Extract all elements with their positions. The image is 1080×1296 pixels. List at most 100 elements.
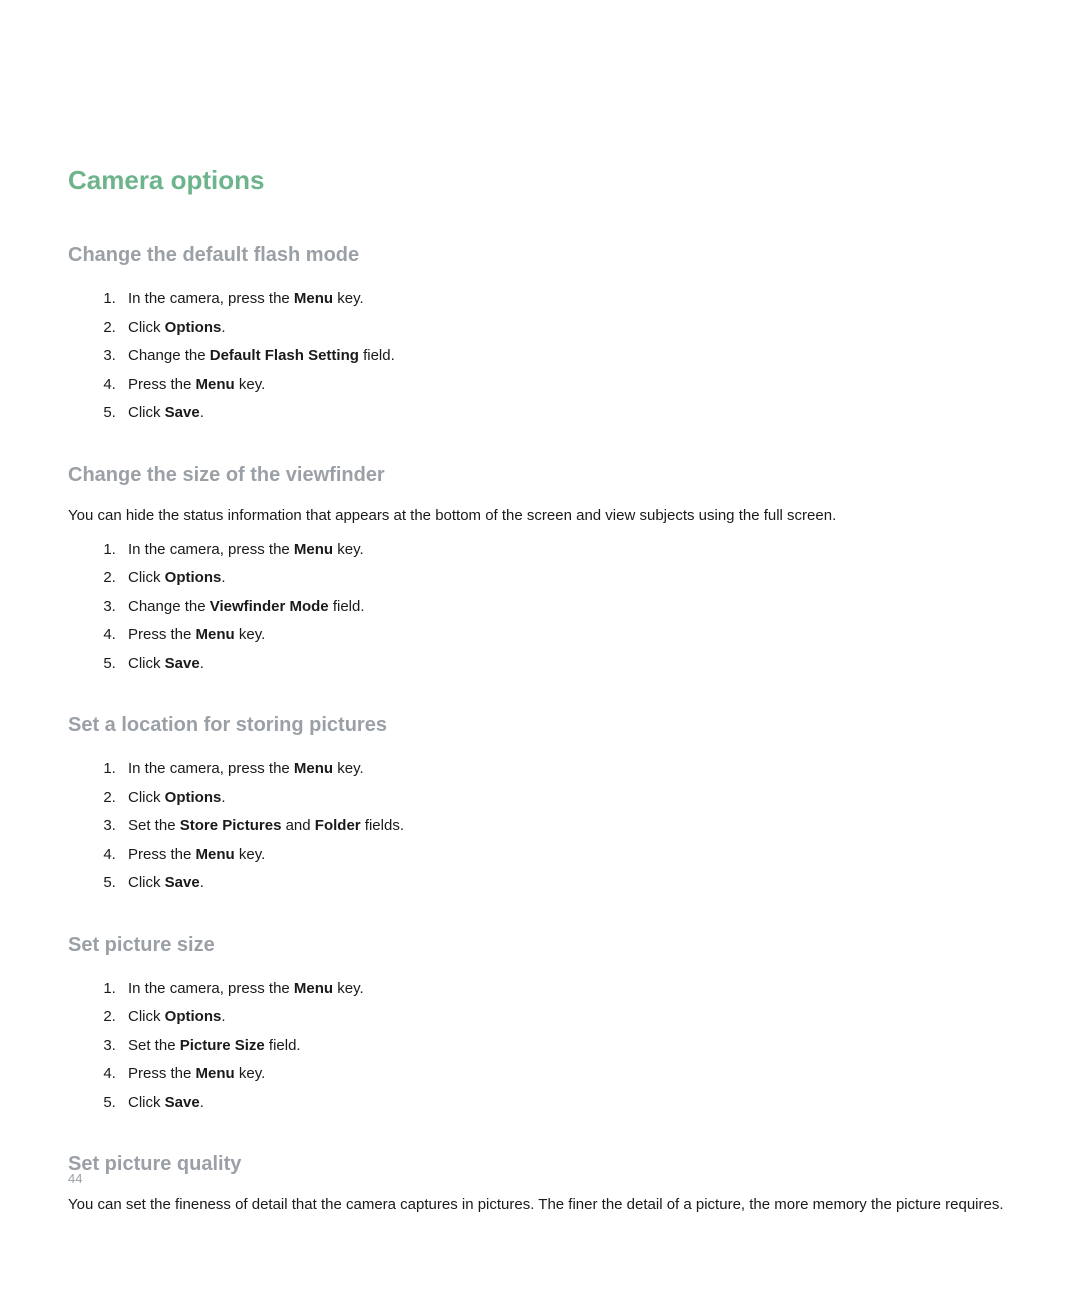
step-bold-text: Viewfinder Mode xyxy=(210,598,329,615)
step-text: . xyxy=(221,319,225,336)
sections-container: Change the default flash mode In the came… xyxy=(68,244,1012,1215)
step-text: Click xyxy=(128,1094,165,1111)
step-bold-text: Options xyxy=(165,319,222,336)
step-text: key. xyxy=(333,760,364,777)
step-text: key. xyxy=(235,376,266,393)
step-text: . xyxy=(200,874,204,891)
step-item: Set the Picture Size field. xyxy=(120,1032,1012,1061)
sub-heading: Set picture quality xyxy=(68,1153,1012,1176)
step-item: In the camera, press the Menu key. xyxy=(120,285,1012,314)
step-item: Press the Menu key. xyxy=(120,621,1012,650)
step-text: key. xyxy=(235,1065,266,1082)
step-list: In the camera, press the Menu key.Click … xyxy=(68,755,1012,898)
step-list: In the camera, press the Menu key.Click … xyxy=(68,285,1012,428)
step-text: Press the xyxy=(128,626,196,643)
step-item: Click Save. xyxy=(120,650,1012,679)
step-bold-text: Menu xyxy=(196,376,235,393)
step-bold-text: Save xyxy=(165,404,200,421)
step-bold-text: Options xyxy=(165,569,222,586)
sub-heading: Change the default flash mode xyxy=(68,244,1012,267)
page-number: 44 xyxy=(68,1171,82,1186)
step-bold-text: Menu xyxy=(294,980,333,997)
step-item: Change the Viewfinder Mode field. xyxy=(120,593,1012,622)
step-item: In the camera, press the Menu key. xyxy=(120,755,1012,784)
step-text: field. xyxy=(329,598,365,615)
sub-heading: Change the size of the viewfinder xyxy=(68,464,1012,487)
step-bold-text: Default Flash Setting xyxy=(210,347,359,364)
step-text: Change the xyxy=(128,598,210,615)
step-item: Click Options. xyxy=(120,314,1012,343)
step-text: Click xyxy=(128,319,165,336)
step-item: Click Options. xyxy=(120,564,1012,593)
step-text: . xyxy=(221,1008,225,1025)
step-text: . xyxy=(221,789,225,806)
step-text: key. xyxy=(235,846,266,863)
step-bold-text: Store Pictures xyxy=(180,817,282,834)
sub-heading: Set picture size xyxy=(68,934,1012,957)
step-text: Click xyxy=(128,655,165,672)
step-text: . xyxy=(221,569,225,586)
step-item: Click Options. xyxy=(120,784,1012,813)
step-bold-text: Save xyxy=(165,655,200,672)
step-item: Set the Store Pictures and Folder fields… xyxy=(120,812,1012,841)
step-bold-text: Menu xyxy=(294,760,333,777)
intro-text: You can set the fineness of detail that … xyxy=(68,1194,1012,1215)
step-bold-text: Menu xyxy=(196,1065,235,1082)
step-bold-text: Save xyxy=(165,1094,200,1111)
step-text: Change the xyxy=(128,347,210,364)
step-bold-text: Options xyxy=(165,1008,222,1025)
step-text: Set the xyxy=(128,1037,180,1054)
section: Set a location for storing pictures In th… xyxy=(68,714,1012,898)
step-text: key. xyxy=(333,290,364,307)
section: Set picture size In the camera, press the… xyxy=(68,934,1012,1118)
main-heading: Camera options xyxy=(68,165,1012,196)
step-text: Press the xyxy=(128,846,196,863)
step-text: In the camera, press the xyxy=(128,980,294,997)
step-item: In the camera, press the Menu key. xyxy=(120,975,1012,1004)
step-text: Click xyxy=(128,569,165,586)
step-item: Change the Default Flash Setting field. xyxy=(120,342,1012,371)
step-item: In the camera, press the Menu key. xyxy=(120,536,1012,565)
step-text: Press the xyxy=(128,1065,196,1082)
document-page: Camera options Change the default flash … xyxy=(0,0,1080,1215)
step-text: Press the xyxy=(128,376,196,393)
section: Change the size of the viewfinder You can… xyxy=(68,464,1012,679)
step-item: Click Options. xyxy=(120,1003,1012,1032)
step-text: Set the xyxy=(128,817,180,834)
step-text: Click xyxy=(128,789,165,806)
step-text: Click xyxy=(128,874,165,891)
step-text: Click xyxy=(128,1008,165,1025)
step-text: . xyxy=(200,404,204,421)
step-text: fields. xyxy=(361,817,404,834)
sub-heading: Set a location for storing pictures xyxy=(68,714,1012,737)
step-bold-text: Menu xyxy=(196,626,235,643)
step-list: In the camera, press the Menu key.Click … xyxy=(68,536,1012,679)
step-text: field. xyxy=(359,347,395,364)
step-item: Press the Menu key. xyxy=(120,371,1012,400)
step-item: Press the Menu key. xyxy=(120,1060,1012,1089)
step-text: . xyxy=(200,1094,204,1111)
step-text: key. xyxy=(235,626,266,643)
step-text: key. xyxy=(333,980,364,997)
step-text: . xyxy=(200,655,204,672)
step-text: In the camera, press the xyxy=(128,541,294,558)
step-item: Click Save. xyxy=(120,869,1012,898)
step-text: key. xyxy=(333,541,364,558)
step-text: field. xyxy=(265,1037,301,1054)
step-item: Click Save. xyxy=(120,1089,1012,1118)
step-bold-text: Menu xyxy=(196,846,235,863)
step-bold-text: Menu xyxy=(294,541,333,558)
step-bold-text: Folder xyxy=(315,817,361,834)
step-bold-text: Picture Size xyxy=(180,1037,265,1054)
intro-text: You can hide the status information that… xyxy=(68,505,1012,526)
step-text: In the camera, press the xyxy=(128,760,294,777)
section: Set picture quality You can set the finen… xyxy=(68,1153,1012,1215)
step-bold-text: Save xyxy=(165,874,200,891)
step-text: and xyxy=(281,817,314,834)
step-item: Press the Menu key. xyxy=(120,841,1012,870)
step-text: Click xyxy=(128,404,165,421)
step-bold-text: Menu xyxy=(294,290,333,307)
step-list: In the camera, press the Menu key.Click … xyxy=(68,975,1012,1118)
step-item: Click Save. xyxy=(120,399,1012,428)
section: Change the default flash mode In the came… xyxy=(68,244,1012,428)
